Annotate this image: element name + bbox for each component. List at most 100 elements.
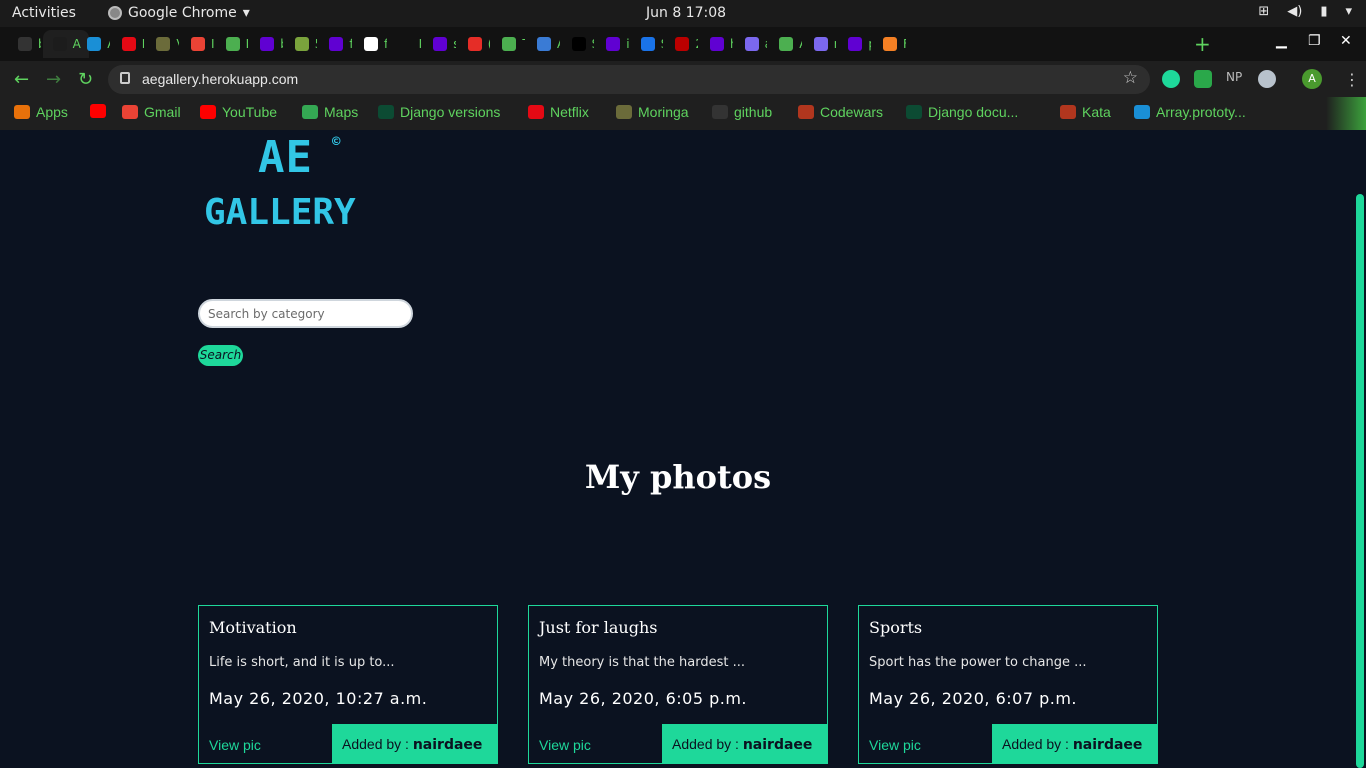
tab-title: h [730, 37, 733, 51]
system-clock[interactable]: Jun 8 17:08 [646, 5, 726, 21]
browser-tab[interactable]: S [631, 30, 663, 58]
forward-arrow-icon[interactable]: → [46, 69, 61, 90]
browser-tab[interactable]: b [250, 30, 283, 58]
bookmark-item[interactable]: Netflix [528, 104, 589, 120]
added-by-label: Added by : [1002, 736, 1069, 752]
browser-tab[interactable]: S [562, 30, 594, 58]
browser-tab[interactable]: N [112, 30, 145, 58]
minimize-icon[interactable]: ▁ [1276, 33, 1287, 49]
bookmark-item[interactable]: Maps [302, 104, 358, 120]
lock-icon [120, 72, 130, 84]
tab-favicon-icon [813, 37, 828, 51]
np-extension-icon[interactable]: NP [1226, 70, 1242, 88]
tab-title: s [453, 37, 456, 51]
browser-tab[interactable]: A [527, 30, 560, 58]
added-by-badge: Added by : nairdaee [992, 724, 1158, 764]
browser-tab[interactable]: I [181, 30, 214, 58]
bookmark-item[interactable]: Moringa [616, 104, 689, 120]
menu-dots-icon[interactable]: ⋮ [1344, 70, 1360, 89]
bookmark-item[interactable]: Apps [14, 104, 68, 120]
tab-favicon-icon [779, 37, 794, 51]
bookmark-favicon-icon [616, 105, 632, 119]
browser-tab[interactable]: f [354, 30, 387, 58]
tab-title: D [246, 37, 249, 51]
browser-tab[interactable]: 5 [285, 30, 317, 58]
browser-tab[interactable]: V [146, 30, 179, 58]
network-icon: ⊞ [1258, 4, 1270, 19]
browser-tab[interactable]: A [77, 30, 110, 58]
card-title: Motivation [209, 618, 297, 637]
tab-favicon-icon [225, 37, 240, 51]
browser-tab[interactable]: s [423, 30, 456, 58]
bookmarks-bar: Apps Gmail YouTube Maps Django versions Netfl… [0, 97, 1366, 130]
view-pic-link[interactable]: View pic [209, 737, 261, 753]
browser-tab[interactable]: ( [458, 30, 491, 58]
bookmark-item[interactable]: Gmail [122, 104, 181, 120]
tab-favicon-icon [848, 37, 863, 51]
browser-tab[interactable]: New [389, 30, 422, 58]
tab-title: i [626, 37, 629, 51]
browser-tab[interactable]: A [769, 30, 802, 58]
profile-avatar[interactable]: A [1302, 69, 1322, 89]
bookmark-item[interactable]: Django docu... [906, 104, 1018, 120]
bookmark-item[interactable]: Kata [1060, 104, 1111, 120]
bookmark-favicon-icon [528, 105, 544, 119]
bookmark-item[interactable]: YouTube [200, 104, 277, 120]
browser-tab[interactable]: a [735, 30, 767, 58]
card-date: May 26, 2020, 10:27 a.m. [209, 689, 428, 708]
browser-tab[interactable]: h [700, 30, 733, 58]
browser-tab[interactable]: F [873, 30, 906, 58]
browser-tab[interactable]: D [216, 30, 249, 58]
tab-title: N [142, 37, 145, 51]
tab-title: New [419, 37, 422, 51]
bookmark-item[interactable]: Codewars [798, 104, 883, 120]
tab-favicon-icon [606, 37, 621, 51]
app-name: Google Chrome [128, 5, 237, 21]
photo-card: Sports Sport has the power to change ...… [858, 605, 1158, 764]
tab-title: ( [488, 37, 491, 51]
bookmark-label: Kata [1082, 104, 1111, 120]
browser-tab[interactable]: p [838, 30, 871, 58]
address-bar[interactable]: aegallery.herokuapp.com ☆ [108, 65, 1150, 94]
view-pic-link[interactable]: View pic [539, 737, 591, 753]
back-arrow-icon[interactable]: ← [14, 69, 29, 90]
chevron-down-icon: ▾ [242, 5, 250, 21]
bookmark-item[interactable]: Array.prototy... [1134, 104, 1246, 120]
scrollbar-thumb[interactable] [1356, 194, 1364, 768]
bookmark-star-icon[interactable]: ☆ [1123, 68, 1138, 88]
maximize-icon[interactable]: ❐ [1308, 33, 1321, 49]
circle-extension-icon[interactable] [1258, 70, 1276, 88]
page-content: AE © GALLERY Search My photos Motivation… [0, 130, 1354, 768]
bookmark-item[interactable]: github [712, 104, 772, 120]
search-extension-icon[interactable] [1162, 70, 1180, 88]
bookmark-favicon-icon [378, 105, 394, 119]
browser-tab[interactable]: i [596, 30, 629, 58]
bookmark-label: YouTube [222, 104, 278, 120]
bookmark-favicon-icon [122, 105, 138, 119]
author-name: nairdaee [742, 737, 813, 753]
power-menu-icon: ▾ [1345, 4, 1352, 19]
system-tray[interactable]: ⊞ ◀) ▮ ▾ [1258, 4, 1352, 19]
search-button[interactable]: Search [198, 345, 243, 366]
tab-title: V [176, 37, 179, 51]
view-pic-link[interactable]: View pic [869, 737, 921, 753]
page-scrollbar[interactable] [1354, 130, 1366, 768]
bookmark-item[interactable]: Django versions [378, 104, 500, 120]
tab-favicon-icon [18, 37, 32, 51]
close-window-icon[interactable]: ✕ [1340, 33, 1352, 49]
browser-tab[interactable]: f [319, 30, 352, 58]
new-tab-button[interactable]: + [1194, 32, 1211, 56]
browser-tab[interactable]: n [804, 30, 836, 58]
copyright-icon: © [332, 134, 341, 150]
reload-icon[interactable]: ↻ [78, 69, 93, 90]
browser-tab[interactable]: b [8, 30, 41, 58]
app-menu[interactable]: Google Chrome ▾ [108, 5, 250, 21]
activities-button[interactable]: Activities [12, 5, 76, 21]
tab-title: 2 [695, 37, 698, 51]
bookmark-item[interactable] [90, 104, 112, 118]
browser-tab[interactable]: 2 [665, 30, 698, 58]
search-input[interactable] [198, 299, 413, 328]
tab-title: A [557, 37, 560, 51]
browser-tab[interactable]: T [492, 30, 525, 58]
shield-extension-icon[interactable] [1194, 70, 1212, 88]
